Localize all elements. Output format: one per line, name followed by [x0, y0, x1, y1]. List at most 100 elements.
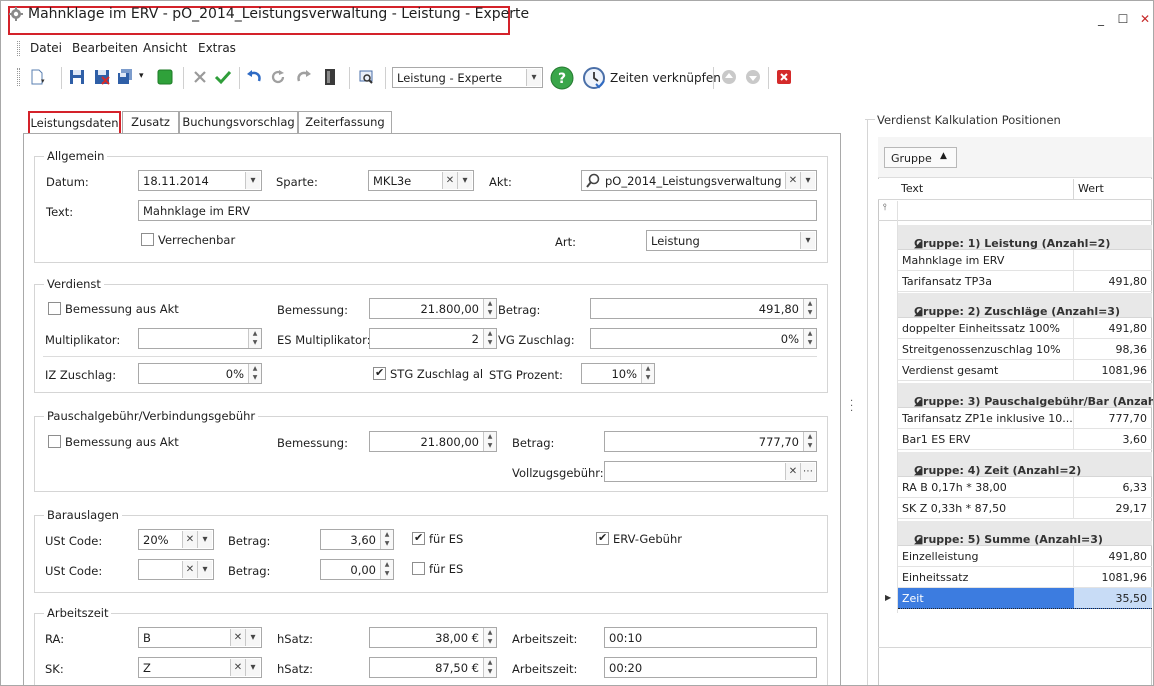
table-row[interactable]: doppelter Einheitssatz 100% 491,80: [898, 318, 1152, 339]
ellipsis-icon[interactable]: ⋯: [800, 463, 815, 480]
chevron-down-icon[interactable]: ▾: [197, 531, 212, 548]
menu-datei[interactable]: Datei: [30, 41, 62, 55]
table-row[interactable]: Tarifansatz ZP1e inklusive 10... 777,70: [898, 408, 1152, 429]
hsatz1-field[interactable]: 38,00 € ▲ ▼: [369, 627, 497, 648]
spinner-icon[interactable]: ▲ ▼: [641, 364, 654, 383]
maximize-button[interactable]: ☐: [1113, 12, 1133, 26]
table-row[interactable]: Tarifansatz TP3a 491,80: [898, 271, 1152, 292]
spinner-icon[interactable]: ▲ ▼: [483, 628, 496, 647]
chevron-down-icon[interactable]: ▾: [800, 172, 815, 189]
chevron-down-icon[interactable]: ▾: [197, 561, 212, 578]
chevron-down-icon[interactable]: ▾: [245, 659, 260, 676]
menu-bearbeiten[interactable]: Bearbeiten: [72, 41, 138, 55]
arbeitszeit1-field[interactable]: 00:10: [604, 627, 817, 648]
bemessung-aus-akt-checkbox[interactable]: [48, 302, 61, 315]
save-close-icon[interactable]: [93, 68, 111, 86]
print-preview-icon[interactable]: [357, 68, 375, 86]
table-row[interactable]: Mahnklage im ERV: [898, 250, 1152, 271]
spinner-icon[interactable]: ▲ ▼: [380, 530, 393, 549]
table-row[interactable]: Bar1 ES ERV 3,60: [898, 429, 1152, 450]
link-times-clock-icon[interactable]: [582, 66, 606, 90]
pauschal-betrag-field[interactable]: 777,70 ▲ ▼: [604, 431, 817, 452]
stg-prozent-field[interactable]: 10% ▲ ▼: [581, 363, 655, 384]
pauschal-bemessung-aus-akt-checkbox[interactable]: [48, 435, 61, 448]
mode-select[interactable]: Leistung - Experte ▾: [392, 67, 543, 88]
link-times-label[interactable]: Zeiten verknüpfen: [610, 71, 721, 85]
clear-icon[interactable]: ✕: [182, 561, 197, 578]
confirm-check-icon[interactable]: [214, 68, 232, 86]
tab-zusatz[interactable]: Zusatz: [122, 111, 179, 133]
fuer-es1-checkbox[interactable]: [412, 531, 425, 545]
sk-select[interactable]: Z ✕ ▾: [138, 657, 262, 678]
save-dropdown-arrow-icon[interactable]: ▾: [139, 71, 144, 81]
save-multiple-icon[interactable]: [116, 68, 134, 86]
spinner-icon[interactable]: ▲ ▼: [248, 364, 261, 383]
vg-zuschlag-field[interactable]: 0% ▲ ▼: [590, 328, 817, 349]
spinner-icon[interactable]: ▲ ▼: [483, 432, 496, 451]
chevron-down-icon[interactable]: ▾: [245, 629, 260, 646]
ust1-select[interactable]: 20% ✕ ▾: [138, 529, 214, 550]
arbeitszeit2-field[interactable]: 00:20: [604, 657, 817, 678]
arrow-down-icon[interactable]: [744, 68, 762, 86]
betrag1-field[interactable]: 3,60 ▲ ▼: [320, 529, 394, 550]
menu-extras[interactable]: Extras: [198, 41, 236, 55]
close-button[interactable]: ✕: [1135, 12, 1153, 26]
chevron-down-icon[interactable]: ▾: [800, 232, 815, 249]
table-row-selected[interactable]: Zeit 35,50: [898, 588, 1152, 609]
grid-group-header[interactable]: ◢ Gruppe: 3) Pauschalgebühr/Bar (Anzahl=…: [898, 383, 1153, 408]
col-text-header[interactable]: Text: [901, 182, 923, 195]
betrag-field[interactable]: 491,80 ▲ ▼: [590, 298, 817, 319]
document-panel-icon[interactable]: [321, 68, 339, 86]
bemessung-field[interactable]: 21.800,00 ▲ ▼: [369, 298, 497, 319]
clear-icon[interactable]: ✕: [230, 659, 245, 676]
chevron-down-icon[interactable]: ▾: [245, 172, 260, 189]
spinner-icon[interactable]: ▲ ▼: [248, 329, 261, 348]
filter-row[interactable]: [878, 201, 1152, 221]
text-field[interactable]: Mahnklage im ERV: [138, 200, 817, 221]
multiplikator-field[interactable]: ▲ ▼: [138, 328, 262, 349]
tab-zeiterfassung[interactable]: Zeiterfassung: [298, 111, 392, 133]
save-icon[interactable]: [68, 68, 86, 86]
tab-leistungsdaten[interactable]: Leistungsdaten: [28, 111, 121, 133]
table-row[interactable]: RA B 0,17h * 38,00 6,33: [898, 477, 1152, 498]
stg-zuschlag-checkbox[interactable]: [373, 366, 386, 380]
undo-icon[interactable]: [245, 68, 263, 86]
spinner-icon[interactable]: ▲ ▼: [803, 432, 816, 451]
splitter-handle[interactable]: · · ·: [850, 397, 853, 417]
spinner-icon[interactable]: ▲ ▼: [803, 329, 816, 348]
green-square-icon[interactable]: [156, 68, 174, 86]
akt-field[interactable]: pO_2014_Leistungsverwaltung ✕ ▾: [581, 170, 817, 191]
spinner-icon[interactable]: ▲ ▼: [803, 299, 816, 318]
help-icon[interactable]: ?: [550, 66, 574, 90]
table-row[interactable]: Einheitssatz 1081,96: [898, 567, 1152, 588]
close-red-icon[interactable]: [775, 68, 793, 86]
clear-icon[interactable]: ✕: [785, 463, 800, 480]
chevron-down-icon[interactable]: ▾: [457, 172, 472, 189]
table-row[interactable]: SK Z 0,33h * 87,50 29,17: [898, 498, 1152, 519]
iz-zuschlag-field[interactable]: 0% ▲ ▼: [138, 363, 262, 384]
cancel-x-icon[interactable]: [191, 68, 209, 86]
refresh-icon[interactable]: [269, 68, 287, 86]
redo-icon[interactable]: [295, 68, 313, 86]
clear-icon[interactable]: ✕: [230, 629, 245, 646]
spinner-icon[interactable]: ▲ ▼: [483, 329, 496, 348]
clear-icon[interactable]: ✕: [785, 172, 800, 189]
erv-gebuehr-checkbox[interactable]: [596, 531, 609, 545]
ra-select[interactable]: B ✕ ▾: [138, 627, 262, 648]
vollzug-field[interactable]: ✕ ⋯: [604, 461, 817, 482]
spinner-icon[interactable]: ▲ ▼: [483, 299, 496, 318]
datum-field[interactable]: 18.11.2014 ▾: [138, 170, 262, 191]
grid-group-header[interactable]: ◢ Gruppe: 2) Zuschläge (Anzahl=3): [898, 293, 1152, 318]
clear-icon[interactable]: ✕: [182, 531, 197, 548]
table-row[interactable]: Einzelleistung 491,80: [898, 546, 1152, 567]
fuer-es2-checkbox[interactable]: [412, 562, 425, 575]
clear-icon[interactable]: ✕: [442, 172, 457, 189]
spinner-icon[interactable]: ▲ ▼: [483, 658, 496, 677]
betrag2-field[interactable]: 0,00 ▲ ▼: [320, 559, 394, 580]
group-by-button[interactable]: Gruppe ▲: [884, 147, 957, 168]
art-select[interactable]: Leistung ▾: [646, 230, 817, 251]
hsatz2-field[interactable]: 87,50 € ▲ ▼: [369, 657, 497, 678]
minimize-button[interactable]: _: [1091, 12, 1111, 26]
tab-buchungsvorschlag[interactable]: Buchungsvorschlag: [179, 111, 298, 133]
arrow-up-icon[interactable]: [720, 68, 738, 86]
